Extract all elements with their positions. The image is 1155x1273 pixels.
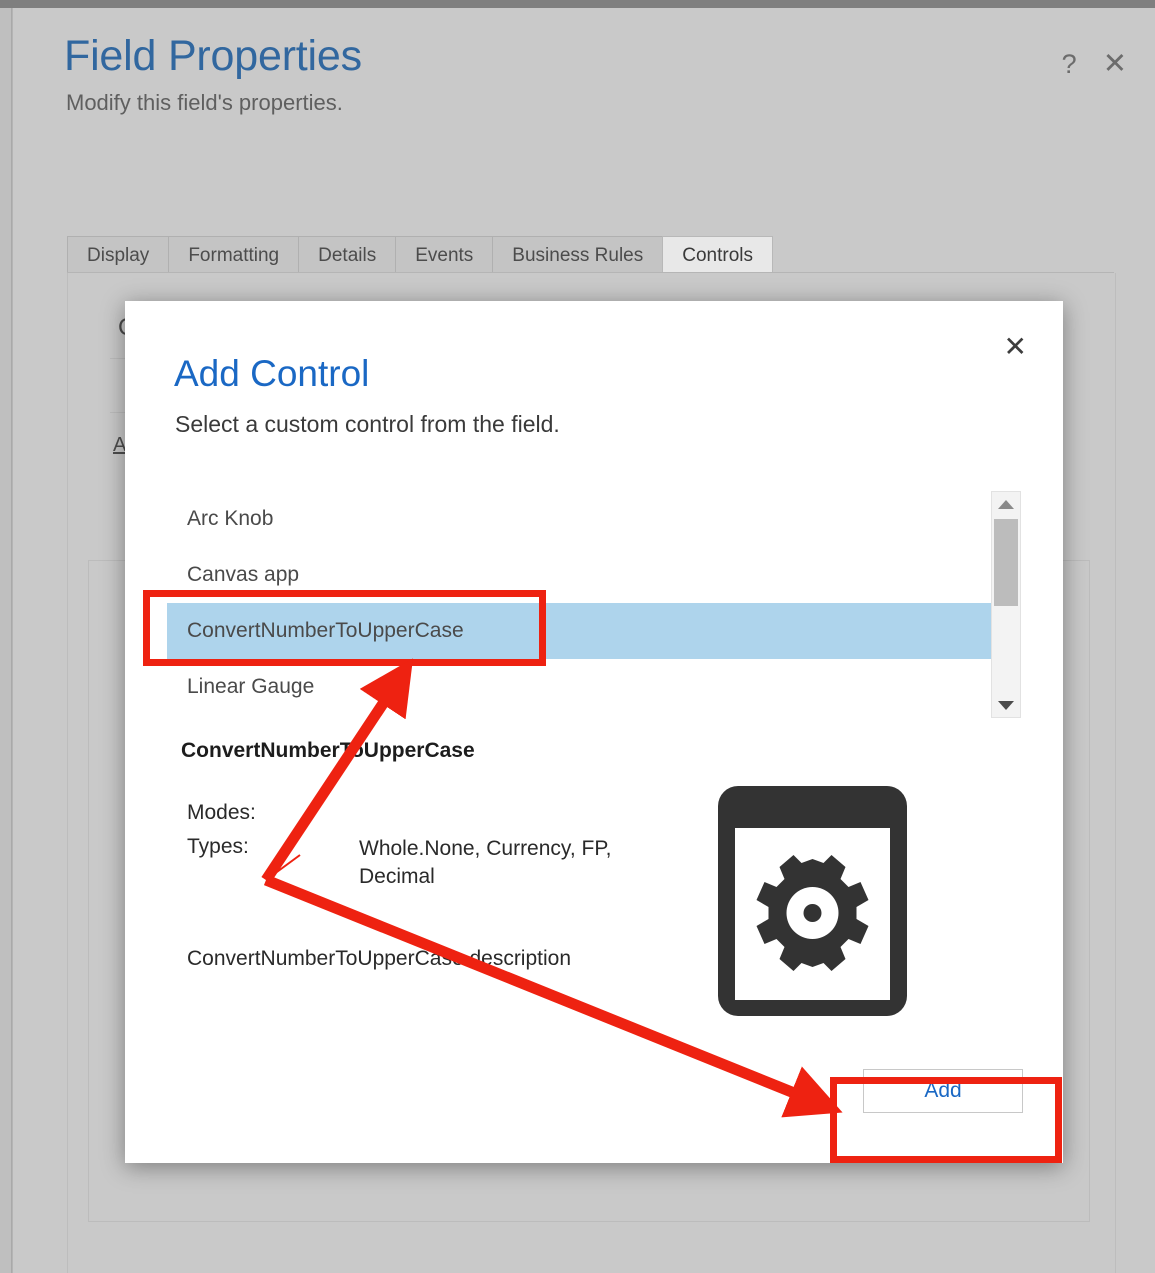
add-button[interactable]: Add: [863, 1069, 1023, 1113]
page-header: Field Properties Modify this field's pro…: [64, 32, 1014, 116]
tab-business-rules[interactable]: Business Rules: [492, 236, 664, 274]
scrollbar-thumb[interactable]: [994, 519, 1018, 606]
detail-modes-label: Modes:: [187, 801, 256, 824]
tab-controls[interactable]: Controls: [662, 236, 773, 274]
dialog-footer: Add: [125, 1051, 1063, 1163]
dialog-subtitle: Select a custom control from the field.: [175, 411, 560, 437]
add-control-dialog: ✕ Add Control Select a custom control fr…: [125, 301, 1063, 1163]
tab-display[interactable]: Display: [67, 236, 170, 274]
detail-description: ConvertNumberToUpperCase description: [187, 947, 572, 970]
tab-formatting[interactable]: Formatting: [168, 236, 300, 274]
tab-strip: Display Formatting Details Events Busine…: [67, 236, 773, 274]
help-icon[interactable]: ?: [1062, 51, 1077, 78]
detail-control-name: ConvertNumberToUpperCase: [181, 739, 475, 762]
scroll-up-arrow-icon[interactable]: [992, 492, 1020, 516]
app-screen: Field Properties Modify this field's pro…: [0, 0, 1155, 1273]
window-top-bar: [0, 0, 1155, 8]
header-actions: ? ✕: [1062, 50, 1127, 79]
control-list-scrollbar[interactable]: [991, 491, 1021, 718]
tab-events[interactable]: Events: [395, 236, 494, 274]
list-item-arc-knob[interactable]: Arc Knob: [167, 491, 1019, 547]
window-left-divider: [12, 8, 13, 1273]
dialog-close-icon[interactable]: ✕: [1004, 333, 1027, 361]
list-item-linear-gauge[interactable]: Linear Gauge: [167, 659, 1019, 715]
dialog-title: Add Control: [174, 353, 370, 394]
page-title: Field Properties: [64, 32, 362, 80]
detail-row-types: Types: Whole.None, Currency, FP, Decimal: [187, 835, 619, 891]
control-list[interactable]: Arc Knob Canvas app ConvertNumberToUpper…: [167, 491, 1019, 718]
triangle-down-glyph: [998, 700, 1014, 710]
detail-row-modes: Modes:: [187, 801, 619, 825]
window-left-rail: [0, 8, 12, 1273]
detail-types-label: Types:: [187, 835, 249, 858]
triangle-up-glyph: [998, 499, 1014, 509]
detail-properties: Modes: Types: Whole.None, Currency, FP, …: [187, 801, 619, 901]
page-subtitle: Modify this field's properties.: [66, 90, 343, 116]
list-item-convertnumbertouppercase[interactable]: ConvertNumberToUpperCase: [167, 603, 1019, 659]
list-item-canvas-app[interactable]: Canvas app: [167, 547, 1019, 603]
scroll-down-arrow-icon[interactable]: [992, 693, 1020, 717]
tab-details[interactable]: Details: [298, 236, 397, 274]
close-icon[interactable]: ✕: [1103, 50, 1127, 79]
detail-types-value: Whole.None, Currency, FP, Decimal: [359, 837, 612, 888]
gear-in-frame-icon: [714, 782, 911, 1020]
